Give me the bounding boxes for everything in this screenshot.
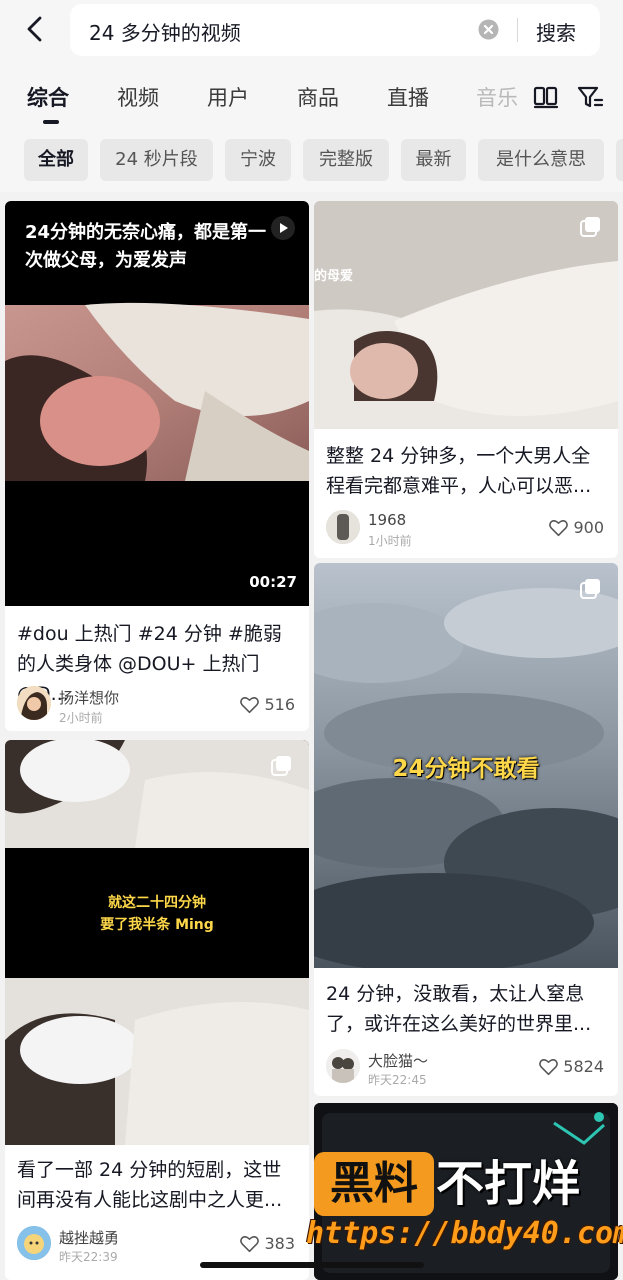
chip-latest[interactable]: 最新	[401, 139, 466, 181]
thumbnail-caption: 24分钟的无奈心痛，都是第一次做父母，为爱发声	[25, 222, 267, 271]
chip-meaning[interactable]: 是什么意思	[478, 139, 604, 181]
like-button[interactable]: 900	[548, 518, 604, 537]
watermark: 黑料 不打烊 https://bbdy40.com	[306, 1150, 623, 1280]
author-name[interactable]: 越挫越勇	[59, 1227, 119, 1248]
avatar[interactable]	[326, 1049, 360, 1083]
image-set-icon	[271, 754, 293, 776]
post-time: 1小时前	[368, 534, 412, 548]
image-set-icon	[580, 577, 602, 599]
like-button[interactable]: 5824	[538, 1057, 604, 1076]
tab-users[interactable]: 用户	[207, 82, 249, 112]
heart-outline-icon	[539, 1059, 559, 1076]
chip-overflow[interactable]	[616, 139, 623, 181]
chip-ningbo[interactable]: 宁波	[225, 139, 291, 181]
back-arrow-icon[interactable]	[20, 14, 50, 44]
watermark-logo-right: 不打烊	[436, 1156, 581, 1212]
filter-chips: 全部 24 秒片段 宁波 完整版 最新 是什么意思	[0, 139, 623, 181]
image-description: 看了一部 24 分钟的短剧，这世间再没有人能比这剧中之人更...	[17, 1159, 283, 1211]
like-button[interactable]: 383	[239, 1234, 295, 1253]
author-name[interactable]: 1968	[368, 511, 406, 529]
video-duration: 00:27	[249, 573, 297, 591]
image-thumbnail[interactable]	[5, 740, 309, 1145]
heart-outline-icon	[240, 697, 260, 714]
tab-comprehensive[interactable]: 综合	[27, 82, 69, 112]
search-divider	[517, 18, 518, 42]
home-indicator[interactable]	[200, 1262, 424, 1268]
image-card[interactable]: 的母爱 整整 24 分钟多，一个大男人全程看完都意难平，人心可以恶... 196…	[314, 201, 618, 558]
thumbnail-caption-line1: 就这二十四分钟	[108, 895, 206, 911]
video-card[interactable]: 24分钟的无奈心痛，都是第一次做父母，为爱发声 00:27 #dou 上热门 #…	[5, 201, 309, 731]
tab-video[interactable]: 视频	[117, 82, 159, 112]
search-query[interactable]: 24 多分钟的视频	[89, 17, 241, 46]
heart-outline-icon	[549, 520, 569, 537]
search-submit-button[interactable]: 搜索	[536, 17, 576, 46]
search-bar[interactable]: 24 多分钟的视频 搜索	[70, 4, 600, 56]
image-card[interactable]: 就这二十四分钟 要了我半条 Ming 看了一部 24 分钟的短剧，这世间再没有人…	[5, 740, 309, 1280]
avatar[interactable]	[326, 510, 360, 544]
avatar[interactable]	[17, 686, 51, 720]
image-description: 24 分钟，没敢看，太让人窒息了，或许在这么美好的世界里...	[326, 983, 592, 1035]
image-description: 整整 24 分钟多，一个大男人全程看完都意难平，人心可以恶...	[326, 445, 592, 497]
filter-icon[interactable]	[576, 84, 604, 110]
like-count: 516	[264, 695, 295, 714]
thumbnail-caption: 的母爱	[314, 269, 354, 284]
watermark-logo-left: 黑料	[314, 1152, 434, 1216]
tab-music[interactable]: 音乐	[476, 82, 518, 112]
watermark-url: https://bbdy40.com	[306, 1216, 623, 1251]
like-button[interactable]: 516	[239, 695, 295, 714]
like-count: 383	[264, 1234, 295, 1253]
heart-outline-icon	[240, 1236, 260, 1253]
tab-products[interactable]: 商品	[297, 82, 339, 112]
like-count: 5824	[563, 1057, 604, 1076]
clear-circle-icon[interactable]	[478, 19, 499, 40]
active-tab-indicator	[43, 120, 59, 124]
like-count: 900	[573, 518, 604, 537]
tab-live[interactable]: 直播	[387, 82, 429, 112]
image-card[interactable]: 24分钟不敢看 24 分钟，没敢看，太让人窒息了，或许在这么美好的世界里... …	[314, 563, 618, 1096]
search-header: 24 多分钟的视频 搜索 综合 视频 用户 商品 直播 音乐 全部 24 秒片段…	[0, 0, 623, 192]
result-tabs: 综合 视频 用户 商品 直播 音乐	[0, 78, 623, 126]
play-icon	[270, 215, 296, 241]
author-name[interactable]: 大脸猫～	[368, 1050, 428, 1071]
image-thumbnail[interactable]	[314, 201, 618, 429]
chip-24s-clips[interactable]: 24 秒片段	[100, 139, 213, 181]
author-name[interactable]: 扬洋想你	[59, 687, 119, 708]
post-time: 2小时前	[59, 711, 103, 725]
chip-full-version[interactable]: 完整版	[303, 139, 389, 181]
chip-all[interactable]: 全部	[24, 139, 88, 181]
thumbnail-caption: 24分钟不敢看	[392, 756, 540, 782]
avatar[interactable]	[17, 1226, 51, 1260]
thumbnail-caption-line2: 要了我半条 Ming	[100, 917, 214, 933]
image-set-icon	[580, 215, 602, 237]
post-time: 昨天22:45	[368, 1073, 427, 1087]
double-column-view-icon[interactable]	[532, 84, 560, 110]
post-time: 昨天22:39	[59, 1250, 118, 1264]
